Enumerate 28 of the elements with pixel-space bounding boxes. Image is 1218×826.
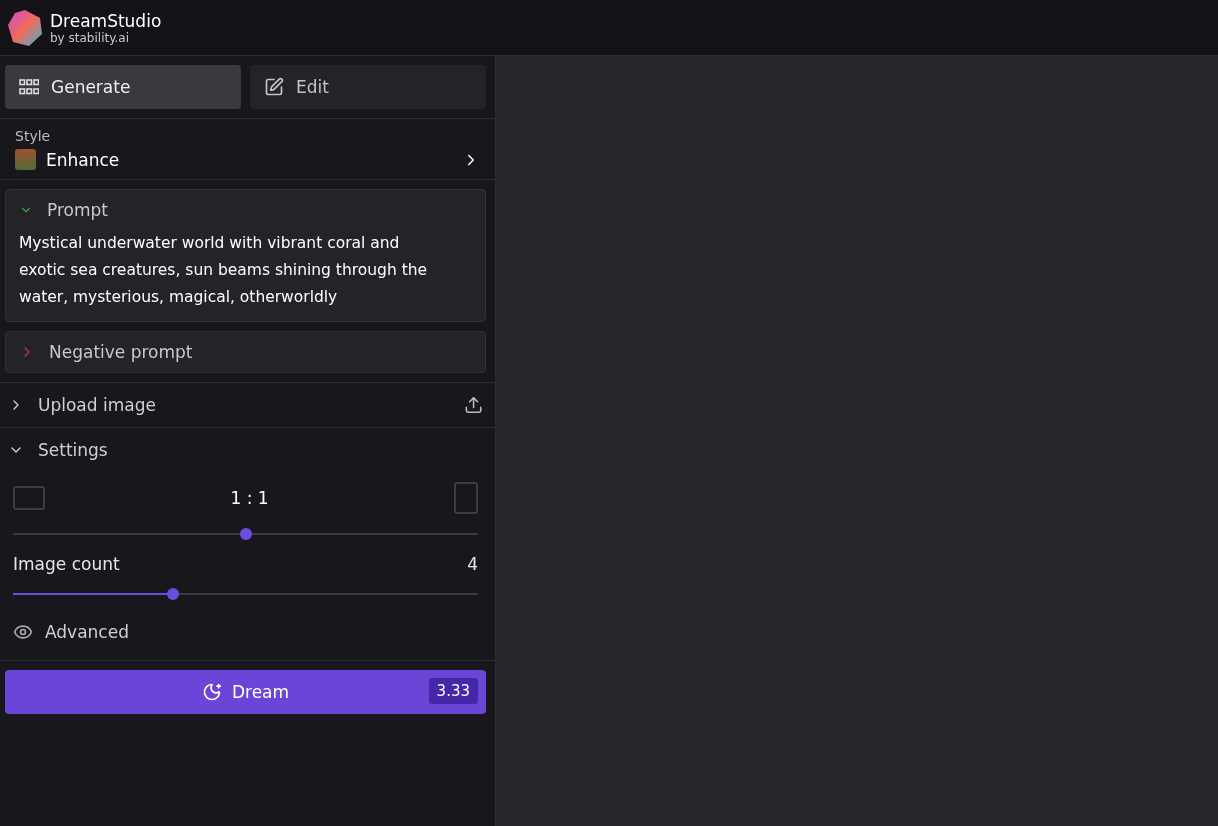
image-count-slider[interactable] bbox=[13, 588, 478, 600]
slider-thumb[interactable] bbox=[167, 588, 179, 600]
prompt-toggle[interactable]: Prompt bbox=[19, 200, 472, 220]
upload-toggle[interactable]: Upload image bbox=[0, 383, 464, 427]
image-count-value: 4 bbox=[467, 554, 478, 574]
upload-icon[interactable] bbox=[463, 395, 483, 415]
edit-icon bbox=[264, 77, 284, 97]
image-count-label: Image count bbox=[13, 554, 120, 574]
advanced-toggle[interactable]: Advanced bbox=[13, 614, 478, 646]
style-label: Style bbox=[15, 128, 52, 144]
settings-toggle[interactable]: Settings bbox=[0, 428, 495, 472]
prompt-toggle[interactable]: Negative prompt bbox=[19, 342, 472, 362]
mode-tab[interactable]: Generate bbox=[5, 65, 241, 109]
slider-thumb[interactable] bbox=[239, 528, 252, 540]
cost-badge: 3.33 bbox=[428, 678, 478, 704]
eye-icon bbox=[13, 622, 33, 642]
grid-icon bbox=[19, 79, 39, 95]
mode-tab[interactable]: Edit bbox=[250, 65, 486, 109]
logo-icon bbox=[6, 8, 44, 47]
app-title: DreamStudio bbox=[50, 10, 162, 31]
moon-icon bbox=[201, 682, 222, 702]
dream-button[interactable]: Dream 3.33 bbox=[5, 670, 486, 714]
aspect-slider[interactable] bbox=[13, 528, 478, 540]
style-thumbnail bbox=[15, 149, 36, 170]
aspect-ratio-value: 1 : 1 bbox=[230, 488, 269, 508]
prompt-text[interactable]: Mystical underwater world with vibrant coral and exotic sea creatures, sun beams shining through the water, mysterious, magical, otherworldly bbox=[19, 230, 472, 311]
app-subtitle: by stability.ai bbox=[50, 30, 131, 45]
style-selector[interactable]: Enhance bbox=[15, 149, 480, 170]
